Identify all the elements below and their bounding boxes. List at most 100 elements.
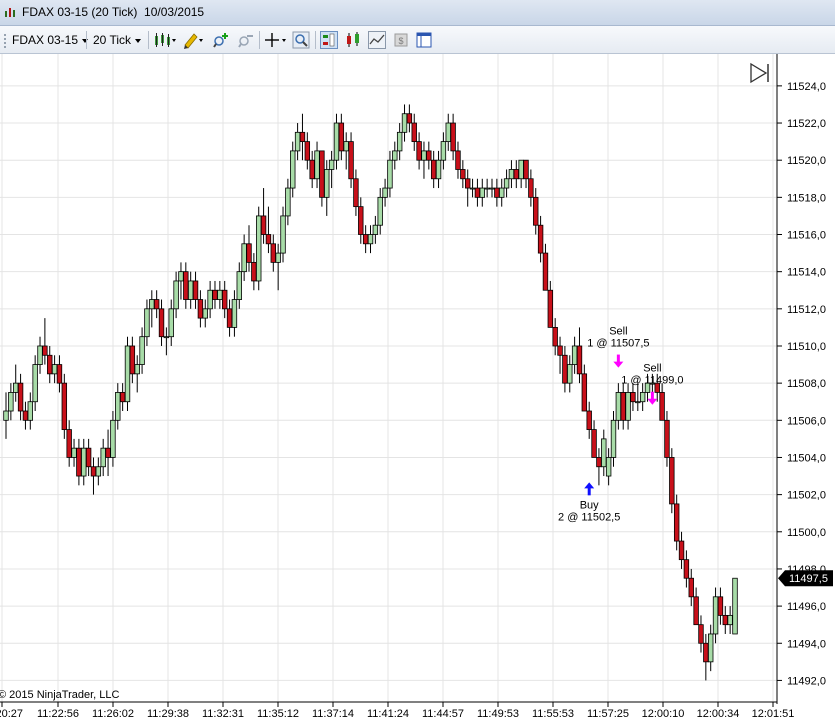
candle [47, 345, 53, 384]
candle [144, 299, 150, 346]
candle-body [280, 215, 286, 254]
candle-body [37, 345, 43, 365]
candle-body [406, 113, 413, 124]
candle [265, 206, 272, 254]
time-tick-label: 11:32:31 [202, 708, 244, 719]
candle-body [523, 159, 529, 180]
candle-body [518, 159, 524, 180]
candle-body [187, 280, 194, 300]
candle-body [110, 419, 116, 458]
candle-body [71, 447, 77, 458]
candle [630, 383, 636, 412]
chart-trader-icon[interactable] [320, 31, 338, 49]
candle-body [17, 382, 24, 412]
bar-style-icon[interactable] [153, 31, 177, 49]
line-chart-icon[interactable] [368, 31, 386, 49]
time-tick-label: 11:29:38 [147, 708, 189, 719]
candle-body [183, 271, 189, 300]
candle [537, 215, 544, 263]
candle [557, 336, 563, 374]
candle [362, 225, 369, 254]
candle [260, 188, 267, 244]
candle-body [469, 187, 476, 190]
candle-body [51, 364, 58, 375]
candle [61, 373, 68, 439]
candle-body [231, 299, 238, 328]
candle [571, 336, 578, 374]
candle [8, 383, 14, 421]
candle [51, 355, 58, 384]
toolbar-separator [86, 31, 87, 49]
candle [440, 132, 447, 170]
zoom-out-icon[interactable] [235, 31, 257, 49]
candle-body [236, 271, 242, 300]
interval-selector[interactable]: 20 Tick [93, 30, 142, 50]
properties-icon[interactable] [415, 31, 433, 49]
candle-body [294, 131, 301, 152]
candle-body [552, 327, 558, 347]
candle [396, 123, 403, 161]
candle [290, 141, 296, 198]
candle-body [246, 243, 252, 263]
buy-execution-marker[interactable]: Buy2 @ 11502,5 [558, 482, 620, 523]
candle [508, 160, 515, 189]
zoom-in-icon[interactable] [210, 31, 232, 49]
candle [727, 606, 733, 634]
candle [348, 132, 354, 189]
candle-body [610, 419, 617, 458]
candle [639, 383, 646, 412]
candle [591, 420, 597, 458]
candle-body [119, 392, 126, 403]
candle-body [338, 122, 345, 152]
candle [95, 457, 102, 486]
candlestick-icon[interactable] [344, 31, 362, 49]
execution-side-label: Sell [643, 363, 661, 375]
candle-body [81, 447, 87, 477]
candle [450, 113, 456, 161]
instrument-selector[interactable]: FDAX 03-15 [12, 30, 89, 50]
window-title: FDAX 03-15 (20 Tick) 10/03/2015 [22, 5, 205, 19]
candle [324, 160, 330, 216]
candle-body [625, 392, 631, 421]
draw-pencil-icon[interactable] [181, 31, 205, 49]
price-tick-label: 11522,0 [787, 118, 826, 130]
candle-body [207, 289, 213, 310]
candle-body [450, 122, 456, 152]
candle-body [372, 224, 379, 235]
candle-body [134, 364, 140, 375]
candle [304, 132, 311, 170]
candle-body [309, 159, 315, 180]
candle-body [489, 187, 495, 190]
price-chart[interactable]: Sell1 @ 11507,5Sell1 @ 11499,0Buy2 @ 115… [0, 54, 835, 719]
candle [256, 206, 262, 291]
candle-body [158, 308, 165, 338]
candle [100, 438, 106, 477]
candle [499, 178, 505, 207]
sell-execution-marker[interactable]: Sell1 @ 11507,5 [587, 326, 650, 368]
candle-body [727, 614, 733, 626]
candle [202, 299, 208, 328]
candle-body [455, 150, 461, 170]
candle [129, 336, 136, 384]
scroll-to-end-button[interactable] [748, 62, 774, 84]
candle-body [47, 354, 53, 375]
execution-side-label: Sell [609, 326, 627, 338]
candle-body [168, 308, 174, 338]
crosshair-icon[interactable] [263, 31, 289, 49]
candle-body [591, 429, 597, 458]
candle-body [285, 187, 291, 217]
candle-body [202, 308, 208, 319]
price-tick-label: 11496,0 [787, 601, 826, 613]
price-tick-label: 11506,0 [787, 415, 826, 427]
candle-body [712, 596, 719, 635]
candle [13, 364, 19, 402]
candle-body [319, 150, 325, 198]
strategy-icon[interactable]: $ [392, 31, 410, 49]
candle [246, 225, 252, 272]
candle-body [343, 141, 349, 152]
search-icon[interactable] [292, 31, 310, 49]
candle-body [95, 466, 102, 477]
candle [542, 243, 549, 291]
candle [124, 336, 131, 412]
candle [90, 457, 97, 495]
